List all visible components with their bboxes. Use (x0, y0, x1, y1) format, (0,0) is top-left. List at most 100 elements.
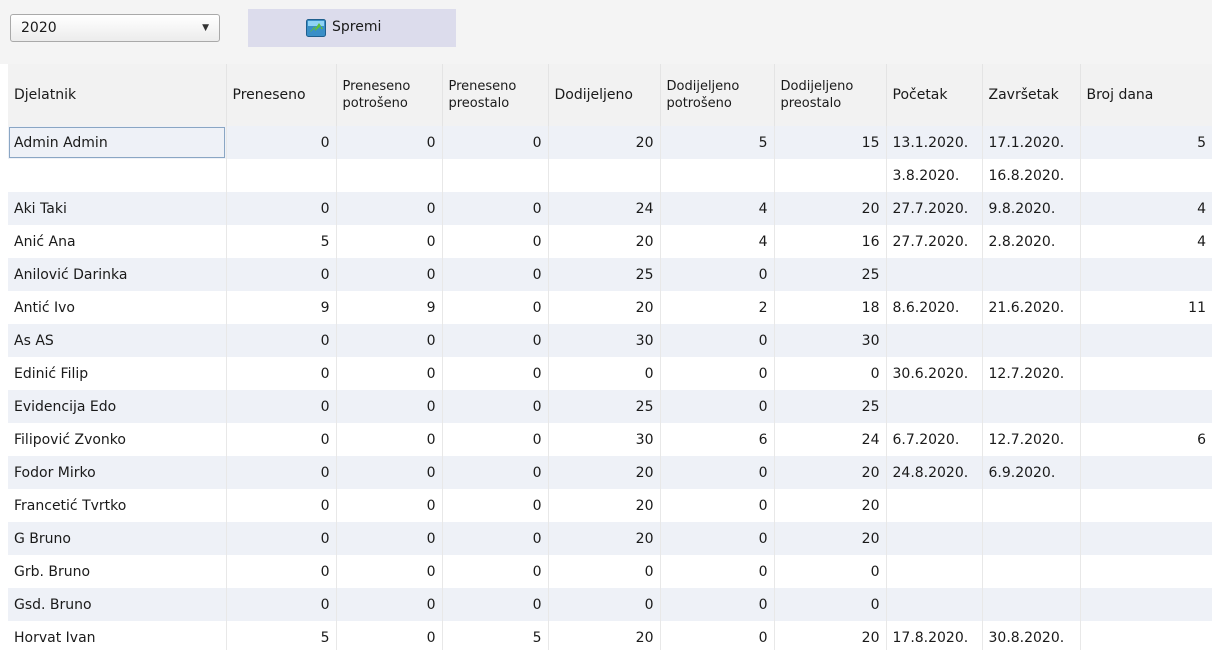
cell-start[interactable] (885, 555, 982, 588)
cell-allocated-remaining[interactable]: 25 (773, 390, 886, 423)
cell-allocated-used[interactable]: 0 (659, 258, 774, 291)
cell-end[interactable] (981, 588, 1080, 621)
cell-start[interactable]: 6.7.2020. (885, 423, 982, 456)
cell-allocated[interactable]: 20 (547, 456, 660, 489)
cell-employee[interactable]: Grb. Bruno (8, 555, 226, 588)
cell-carried[interactable]: 0 (225, 324, 336, 357)
cell-start[interactable]: 3.8.2020. (885, 159, 982, 192)
cell-allocated[interactable]: 20 (547, 291, 660, 324)
cell-employee[interactable]: Anilović Darinka (8, 258, 226, 291)
cell-carried-remaining[interactable]: 0 (441, 126, 548, 159)
cell-carried-remaining[interactable]: 0 (441, 522, 548, 555)
cell-carried[interactable]: 0 (225, 489, 336, 522)
cell-allocated-remaining[interactable]: 20 (773, 621, 886, 650)
cell-end[interactable]: 12.7.2020. (981, 423, 1080, 456)
cell-allocated-used[interactable]: 0 (659, 522, 774, 555)
cell-days[interactable] (1079, 159, 1212, 192)
cell-allocated-remaining[interactable]: 20 (773, 522, 886, 555)
cell-end[interactable] (981, 258, 1080, 291)
cell-start[interactable]: 8.6.2020. (885, 291, 982, 324)
cell-allocated[interactable]: 25 (547, 390, 660, 423)
cell-end[interactable] (981, 324, 1080, 357)
column-header-allocated-used[interactable]: Dodijeljeno potrošeno (659, 64, 774, 126)
cell-carried-remaining[interactable]: 0 (441, 489, 548, 522)
cell-allocated-used[interactable]: 4 (659, 225, 774, 258)
cell-carried-remaining[interactable]: 0 (441, 324, 548, 357)
cell-carried-remaining[interactable]: 0 (441, 456, 548, 489)
cell-carried-used[interactable]: 9 (335, 291, 442, 324)
cell-end[interactable]: 17.1.2020. (981, 126, 1080, 159)
cell-employee[interactable]: Fodor Mirko (8, 456, 226, 489)
cell-allocated[interactable]: 20 (547, 126, 660, 159)
cell-allocated-remaining[interactable]: 0 (773, 588, 886, 621)
cell-start[interactable] (885, 522, 982, 555)
table-row[interactable]: Anić Ana 5 0 0 20 4 16 27.7.2020. 2.8.2020. 4 (8, 225, 1212, 258)
cell-start[interactable]: 24.8.2020. (885, 456, 982, 489)
cell-carried[interactable]: 0 (225, 456, 336, 489)
cell-carried[interactable]: 0 (225, 192, 336, 225)
cell-employee[interactable]: Admin Admin (8, 126, 226, 159)
cell-carried-used[interactable]: 0 (335, 588, 442, 621)
table-row[interactable]: Anilović Darinka 0 0 0 25 0 25 (8, 258, 1212, 291)
cell-start[interactable] (885, 324, 982, 357)
cell-carried-used[interactable]: 0 (335, 192, 442, 225)
cell-start[interactable] (885, 588, 982, 621)
cell-employee[interactable]: As AS (8, 324, 226, 357)
cell-allocated-used[interactable]: 0 (659, 588, 774, 621)
cell-carried-remaining[interactable]: 0 (441, 291, 548, 324)
cell-carried[interactable]: 0 (225, 126, 336, 159)
cell-carried[interactable]: 5 (225, 621, 336, 650)
table-row[interactable]: 3.8.2020. 16.8.2020. (8, 159, 1212, 192)
cell-end[interactable]: 6.9.2020. (981, 456, 1080, 489)
cell-employee[interactable]: Edinić Filip (8, 357, 226, 390)
cell-carried-used[interactable] (335, 159, 442, 192)
table-row[interactable]: Fodor Mirko 0 0 0 20 0 20 24.8.2020. 6.9.2020. (8, 456, 1212, 489)
table-row[interactable]: Antić Ivo 9 9 0 20 2 18 8.6.2020. 21.6.2020. 11 (8, 291, 1212, 324)
cell-start[interactable]: 17.8.2020. (885, 621, 982, 650)
cell-allocated-remaining[interactable]: 15 (773, 126, 886, 159)
cell-days[interactable] (1079, 522, 1212, 555)
cell-start[interactable] (885, 489, 982, 522)
column-header-carried-used[interactable]: Preneseno potrošeno (335, 64, 442, 126)
cell-employee[interactable] (8, 159, 226, 192)
cell-employee[interactable]: Francetić Tvrtko (8, 489, 226, 522)
cell-carried-used[interactable]: 0 (335, 456, 442, 489)
table-row[interactable]: G Bruno 0 0 0 20 0 20 (8, 522, 1212, 555)
cell-end[interactable]: 9.8.2020. (981, 192, 1080, 225)
cell-days[interactable] (1079, 390, 1212, 423)
cell-carried[interactable]: 9 (225, 291, 336, 324)
cell-allocated-used[interactable]: 0 (659, 489, 774, 522)
cell-allocated-used[interactable]: 6 (659, 423, 774, 456)
cell-start[interactable]: 27.7.2020. (885, 192, 982, 225)
cell-carried-remaining[interactable]: 0 (441, 258, 548, 291)
cell-allocated-remaining[interactable]: 20 (773, 192, 886, 225)
cell-days[interactable] (1079, 555, 1212, 588)
cell-end[interactable] (981, 390, 1080, 423)
table-row[interactable]: Grb. Bruno 0 0 0 0 0 0 (8, 555, 1212, 588)
cell-end[interactable] (981, 522, 1080, 555)
cell-allocated-remaining[interactable]: 0 (773, 555, 886, 588)
table-row[interactable]: Filipović Zvonko 0 0 0 30 6 24 6.7.2020. 12.7.20… (8, 423, 1212, 456)
cell-employee[interactable]: Gsd. Bruno (8, 588, 226, 621)
cell-carried[interactable] (225, 159, 336, 192)
table-row[interactable]: Admin Admin 0 0 0 20 5 15 13.1.2020. 17.1.2020. 5 (8, 126, 1212, 159)
cell-employee[interactable]: Evidencija Edo (8, 390, 226, 423)
cell-allocated-used[interactable]: 0 (659, 357, 774, 390)
cell-allocated-used[interactable]: 2 (659, 291, 774, 324)
cell-carried-used[interactable]: 0 (335, 621, 442, 650)
cell-allocated-used[interactable]: 0 (659, 390, 774, 423)
cell-carried-remaining[interactable]: 0 (441, 390, 548, 423)
cell-start[interactable]: 27.7.2020. (885, 225, 982, 258)
cell-allocated-remaining[interactable]: 24 (773, 423, 886, 456)
cell-carried[interactable]: 0 (225, 555, 336, 588)
cell-carried-remaining[interactable]: 0 (441, 357, 548, 390)
cell-allocated[interactable]: 30 (547, 324, 660, 357)
cell-start[interactable]: 13.1.2020. (885, 126, 982, 159)
cell-days[interactable] (1079, 489, 1212, 522)
cell-carried-remaining[interactable] (441, 159, 548, 192)
cell-days[interactable] (1079, 258, 1212, 291)
cell-allocated-used[interactable]: 0 (659, 555, 774, 588)
cell-carried-remaining[interactable]: 0 (441, 588, 548, 621)
cell-allocated-used[interactable]: 0 (659, 324, 774, 357)
cell-days[interactable]: 6 (1079, 423, 1212, 456)
